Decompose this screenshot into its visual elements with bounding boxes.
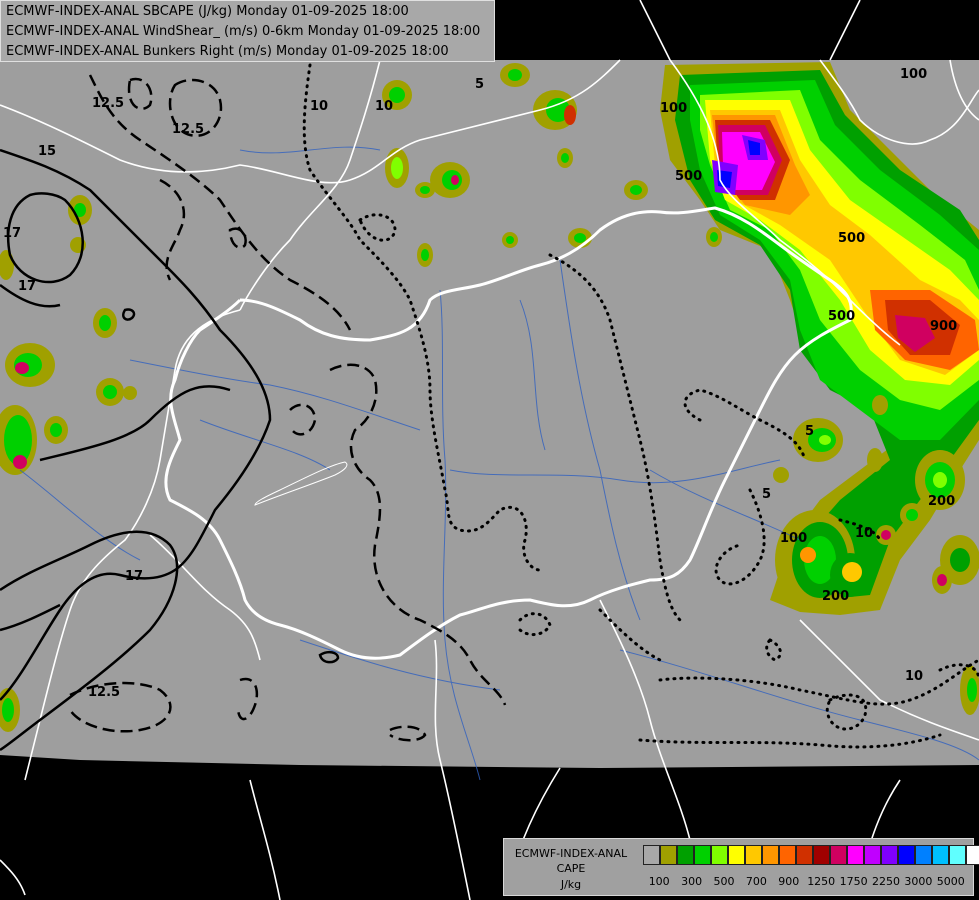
contour-label: 500: [675, 169, 702, 184]
legend-swatch: [949, 845, 966, 865]
contour-label: 5: [762, 487, 771, 502]
legend-swatch: [745, 845, 762, 865]
contour-label: 12.5: [92, 96, 124, 111]
contour-label: 10: [310, 99, 328, 114]
legend-swatch: [898, 845, 915, 865]
contour-label: 10: [855, 526, 873, 541]
legend-tick-label: 5000: [936, 875, 965, 888]
contour-label: 10: [905, 669, 923, 684]
contour-label: 100: [660, 101, 687, 116]
legend-swatch: [728, 845, 745, 865]
contour-label: 15: [38, 144, 56, 159]
contour-label: 5: [475, 77, 484, 92]
contour-labels: 12.5 12.5 12.5 15 17 17 17 10 10 10 10 5…: [3, 67, 957, 700]
contour-label: 100: [900, 67, 927, 82]
map-title-box: ECMWF-INDEX-ANAL SBCAPE (J/kg) Monday 01…: [0, 0, 495, 62]
legend-swatch: [677, 845, 694, 865]
legend-tick-label: 1250: [807, 875, 836, 888]
legend-swatch: [966, 845, 979, 865]
legend-colorbar: [643, 845, 979, 865]
contour-label: 100: [780, 531, 807, 546]
contour-label: 12.5: [88, 685, 120, 700]
legend-tick-label: 700: [745, 875, 767, 888]
legend-tick-label: 900: [778, 875, 800, 888]
cape-legend: ECMWF-INDEX-ANAL CAPE J/kg 100 300 500 700 9…: [503, 838, 979, 896]
legend-tick-label: 1750: [839, 875, 868, 888]
legend-unit: J/kg: [560, 878, 582, 891]
legend-swatch: [643, 845, 660, 865]
legend-swatch: [779, 845, 796, 865]
contour-label: 200: [928, 494, 955, 509]
legend-swatch: [796, 845, 813, 865]
contour-label: 17: [3, 226, 21, 241]
title-bunkers: ECMWF-INDEX-ANAL Bunkers Right (m/s) Mon…: [6, 44, 449, 59]
legend-swatch: [711, 845, 728, 865]
legend-swatch: [847, 845, 864, 865]
legend-tick-label: 300: [681, 875, 703, 888]
contour-label: 10: [375, 99, 393, 114]
legend-variable: CAPE: [556, 862, 586, 875]
legend-tick-label: 500: [713, 875, 735, 888]
contour-label: 17: [18, 279, 36, 294]
contour-label: 17: [125, 569, 143, 584]
legend-swatch: [813, 845, 830, 865]
legend-swatch: [762, 845, 779, 865]
legend-tick-label: 3000: [904, 875, 933, 888]
legend-swatch: [830, 845, 847, 865]
legend-swatch: [694, 845, 711, 865]
contour-label: 5: [805, 424, 814, 439]
legend-source: ECMWF-INDEX-ANAL: [514, 847, 628, 860]
contour-label: 12.5: [172, 122, 204, 137]
legend-swatch: [915, 845, 932, 865]
legend-swatch: [881, 845, 898, 865]
contour-label: 500: [838, 231, 865, 246]
legend-swatch: [660, 845, 677, 865]
contour-label: 900: [930, 319, 957, 334]
title-windshear: ECMWF-INDEX-ANAL WindShear_ (m/s) 0-6km …: [6, 24, 481, 39]
legend-swatch: [864, 845, 881, 865]
legend-tick-label: 2250: [872, 875, 900, 888]
contour-label: 200: [822, 589, 849, 604]
contour-label: 500: [828, 309, 855, 324]
legend-tick-label: 100: [648, 875, 670, 888]
legend-swatch: [932, 845, 949, 865]
title-sbcape: ECMWF-INDEX-ANAL SBCAPE (J/kg) Monday 01…: [6, 4, 409, 19]
